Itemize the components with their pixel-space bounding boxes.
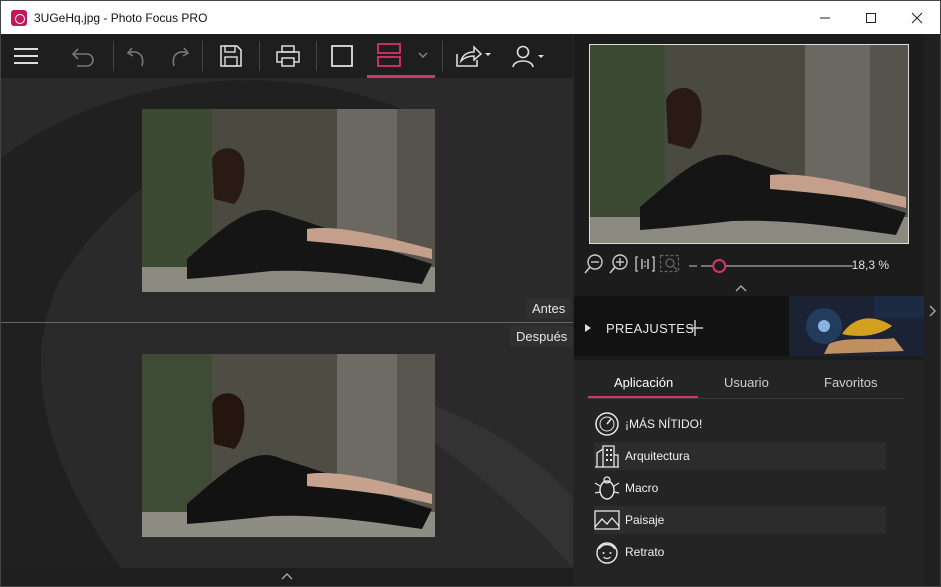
preset-list: ¡MÁS NÍTIDO! Arquitectura Macro Paisaje … — [574, 400, 924, 586]
zoom-out-button[interactable] — [584, 253, 606, 279]
preset-item-macro[interactable]: Macro — [594, 474, 886, 502]
undo-icon — [126, 47, 144, 67]
redo-button[interactable] — [158, 34, 202, 78]
toolbar — [1, 34, 573, 78]
preset-item-arquitectura[interactable]: Arquitectura — [594, 442, 886, 470]
split-view-button[interactable] — [367, 34, 411, 78]
navigator-preview[interactable] — [589, 44, 909, 244]
print-button[interactable] — [260, 34, 316, 78]
before-photo — [142, 109, 435, 292]
add-preset-button[interactable] — [686, 319, 704, 342]
app-window: 3UGeHq.jpg - Photo Focus PRO Antes Despu… — [0, 0, 941, 587]
presets-title: PREAJUSTES — [606, 321, 695, 336]
zoom-in-icon — [609, 253, 628, 274]
share-icon — [456, 45, 491, 67]
preset-item-retrato[interactable]: Retrato — [594, 538, 886, 566]
save-icon — [220, 45, 242, 67]
active-tab-indicator — [588, 396, 698, 398]
preset-item-label: Arquitectura — [625, 449, 690, 463]
menu-icon — [14, 48, 38, 64]
chevron-down-icon — [418, 52, 428, 58]
zoom-in-button[interactable] — [609, 253, 631, 279]
user-icon — [512, 45, 544, 68]
preset-item-label: ¡MÁS NÍTIDO! — [625, 417, 703, 431]
minimize-icon — [820, 17, 830, 18]
undo-history-button[interactable] — [51, 34, 113, 78]
close-icon — [911, 12, 923, 23]
menu-button[interactable] — [1, 34, 51, 78]
preset-item-paisaje[interactable]: Paisaje — [594, 506, 886, 534]
side-panel-expand-button[interactable] — [924, 296, 940, 326]
window-title: 3UGeHq.jpg - Photo Focus PRO — [34, 10, 208, 25]
app-logo-icon — [11, 9, 27, 26]
maximize-button[interactable] — [848, 1, 894, 34]
chevron-right-icon — [929, 305, 936, 317]
tab-favoritos[interactable]: Favoritos — [824, 375, 877, 390]
chevron-up-icon — [281, 573, 293, 580]
plus-icon — [687, 320, 703, 336]
share-button[interactable] — [443, 34, 503, 78]
before-label: Antes — [526, 298, 572, 319]
preset-item-mas-nitido[interactable]: ¡MÁS NÍTIDO! — [594, 410, 886, 438]
preset-item-label: Macro — [625, 481, 659, 495]
account-button[interactable] — [503, 34, 553, 78]
building-icon — [595, 445, 619, 468]
gauge-icon — [595, 412, 619, 436]
close-button[interactable] — [894, 1, 940, 34]
undo-button[interactable] — [114, 34, 158, 78]
title-bar: 3UGeHq.jpg - Photo Focus PRO — [1, 1, 940, 34]
split-divider[interactable] — [1, 322, 573, 323]
view-mode-dropdown[interactable] — [411, 34, 435, 78]
zoom-actual-size-button[interactable] — [634, 254, 656, 279]
tabs-baseline — [588, 398, 904, 399]
right-panel: 18,3 % PREAJUSTES Aplicación Usuario Fav… — [574, 34, 940, 586]
split-view-icon — [377, 42, 401, 67]
face-icon — [596, 542, 618, 564]
single-view-button[interactable] — [317, 34, 367, 78]
zoom-out-icon — [584, 253, 603, 274]
undo-history-icon — [71, 48, 94, 67]
navigator-image — [590, 45, 908, 243]
bottom-collapse-bar[interactable] — [1, 568, 573, 586]
preset-tabs: Aplicación Usuario Favoritos — [574, 360, 924, 400]
expand-triangle-icon — [585, 324, 591, 332]
chevron-up-icon — [735, 285, 747, 292]
presets-header[interactable]: PREAJUSTES — [574, 296, 924, 356]
tab-usuario[interactable]: Usuario — [724, 375, 769, 390]
single-view-icon — [331, 45, 353, 67]
landscape-icon — [594, 510, 620, 530]
bug-icon — [594, 476, 620, 500]
portrait-image-after — [142, 354, 435, 537]
actual-size-icon — [635, 255, 655, 272]
tab-aplicacion[interactable]: Aplicación — [614, 375, 673, 390]
zoom-fit-icon — [659, 254, 680, 272]
redo-icon — [172, 47, 190, 67]
maximize-icon — [866, 12, 876, 23]
zoom-fit-button[interactable] — [659, 254, 681, 279]
preset-item-label: Retrato — [625, 545, 665, 559]
zoom-slider[interactable] — [687, 256, 857, 276]
save-button[interactable] — [203, 34, 259, 78]
zoom-slider-knob[interactable] — [712, 259, 727, 273]
print-icon — [276, 45, 300, 67]
after-photo — [142, 354, 435, 537]
after-label: Después — [510, 326, 573, 347]
zoom-percentage: 18,3 % — [851, 258, 889, 272]
compare-viewport[interactable]: Antes Después — [1, 78, 573, 568]
preset-item-label: Paisaje — [625, 513, 665, 527]
portrait-image-before — [142, 109, 435, 292]
zoom-controls: 18,3 % — [584, 253, 929, 279]
minimize-button[interactable] — [802, 1, 848, 34]
